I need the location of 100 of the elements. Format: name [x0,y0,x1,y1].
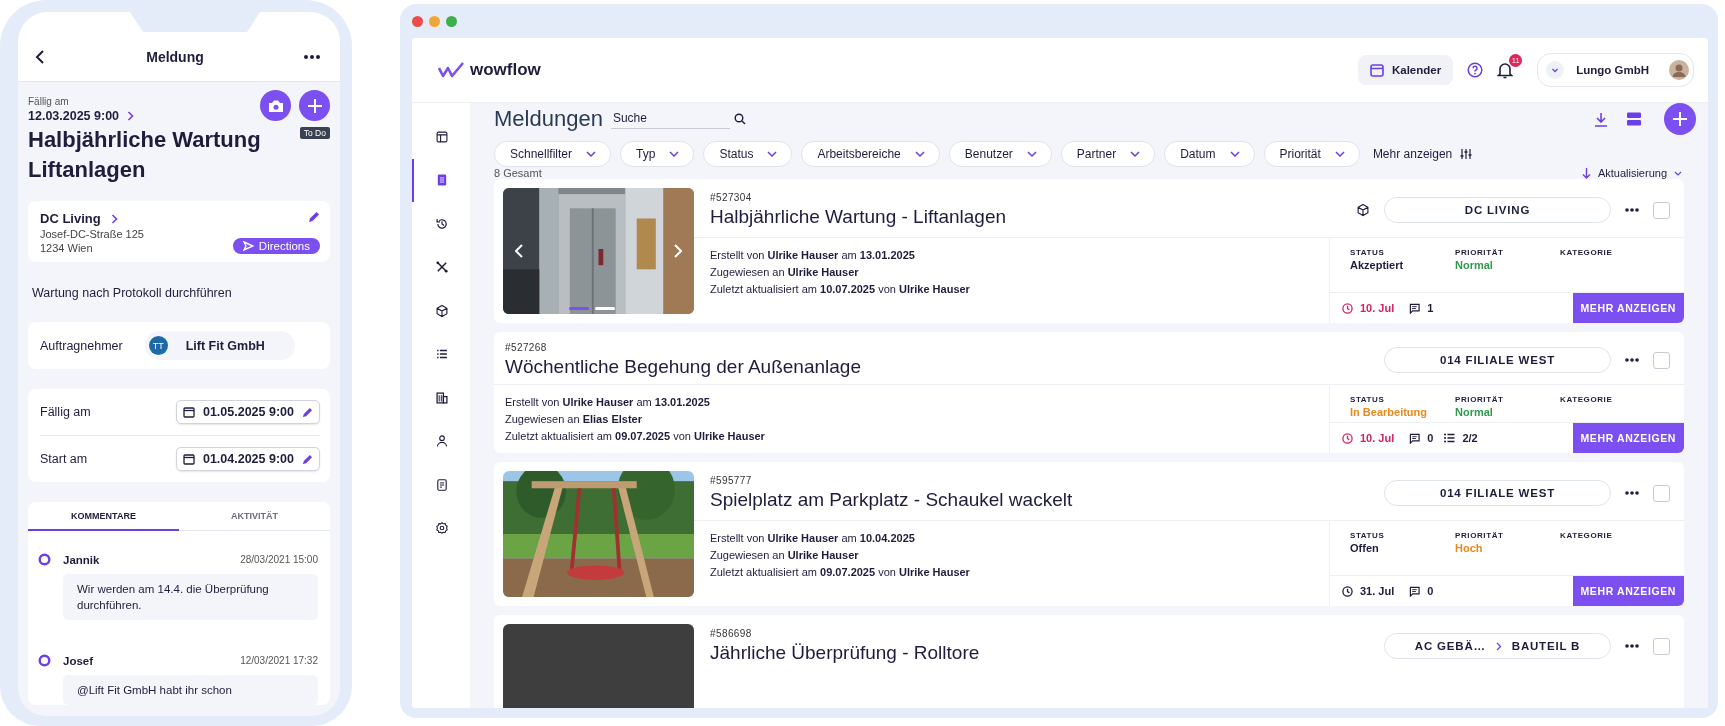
task-card[interactable] [494,179,1684,323]
task-info: Erstellt von Ulrike Hauser am 13.01.2025 [710,248,916,262]
total-count: 8 Gesamt [494,167,542,179]
screen-title: Meldung [146,48,204,65]
more-icon[interactable] [1625,644,1639,648]
show-more-button[interactable]: MEHR ANZEIGEN [1572,576,1684,606]
date-label: Fällig am [40,405,91,419]
select-checkbox[interactable] [1653,201,1670,219]
more-icon[interactable] [1625,358,1639,362]
more-filters-button[interactable]: Mehr anzeigen [1368,147,1477,161]
status-badge: To Do [299,127,330,139]
filter-dropdown[interactable]: Partner [1060,141,1156,167]
camera-button[interactable] [260,90,291,121]
chevron-down-icon [1546,61,1565,79]
select-checkbox[interactable] [1653,484,1670,502]
edit-icon [302,453,313,465]
filter-dropdown[interactable]: Datum [1164,141,1255,167]
edit-icon [302,406,313,418]
timeline-dot-icon [38,654,51,667]
note-icon[interactable] [435,477,449,492]
task-title: Halbjährliche Wartung Liftanlagen [28,126,262,184]
layout-icon[interactable] [435,129,449,144]
date-field[interactable]: 01.04.2025 9:00 [175,447,320,471]
back-icon[interactable] [34,48,46,65]
show-more-button[interactable]: MEHR ANZEIGEN [1572,423,1684,453]
carousel-indicator[interactable] [569,307,615,310]
task-title[interactable]: Halbjährliche Wartung - Liftanlagen [710,206,1007,228]
location-name[interactable]: DC Living [40,211,101,226]
task-title[interactable]: Wöchentliche Begehung der Außenanlage [505,356,861,378]
chevron-right-icon[interactable] [110,213,118,224]
help-icon[interactable] [1467,62,1484,78]
tab[interactable]: AKTIVITÄT [179,502,330,531]
settings-icon[interactable] [435,521,449,536]
task-title[interactable]: Spielplatz am Parkplatz - Schaukel wackelt [710,489,1073,511]
arrow-down-icon [1581,167,1591,179]
tools-icon[interactable] [435,260,449,275]
comment-count: 0 [1427,432,1434,444]
add-button[interactable] [1664,103,1696,135]
task-description: Wartung nach Protokoll durchführen [32,286,233,300]
chevron-left-icon[interactable] [515,244,523,258]
field-value: Normal [1455,406,1494,418]
document-icon[interactable] [435,173,449,188]
more-icon[interactable] [304,53,320,60]
calendar-button[interactable]: Kalender [1357,55,1454,85]
search-icon [733,113,746,125]
calendar-icon [182,406,195,418]
account-switcher[interactable]: Lungo GmbH [1537,53,1694,87]
chevron-down-icon [767,151,778,157]
filter-dropdown[interactable]: Priorität [1263,141,1360,167]
sort-dropdown[interactable]: Aktualisierung [1581,167,1682,179]
date-field[interactable]: 01.05.2025 9:00 [175,400,320,424]
chevron-right-icon [1495,641,1502,651]
chevron-right-icon[interactable] [127,111,135,121]
contractor-chip[interactable]: TT Lift Fit GmbH [144,331,295,360]
chevron-down-icon [1130,151,1141,157]
show-more-button[interactable]: MEHR ANZEIGEN [1572,293,1684,323]
calendar-icon [182,453,195,465]
filter-dropdown[interactable]: Arbeitsbereiche [801,141,940,167]
task-title[interactable]: Jährliche Überprüfung - Rolltore [710,642,980,664]
comment-icon [1409,432,1421,444]
plus-icon [1672,111,1688,127]
select-checkbox[interactable] [1653,351,1670,369]
search-field[interactable]: Suche [610,109,730,129]
page-title: Meldungen [494,106,603,132]
task-card[interactable] [494,332,1684,453]
cube-icon[interactable] [435,303,449,318]
field-label: KATEGORIE [1560,531,1614,540]
download-icon[interactable] [1594,111,1608,127]
more-icon[interactable] [1625,491,1639,495]
filter-dropdown[interactable]: Benutzer [948,141,1052,167]
chevron-down-icon [1334,151,1345,157]
tab[interactable]: KOMMENTARE [28,502,179,531]
directions-button[interactable]: Directions [232,238,320,254]
history-icon[interactable] [435,216,449,231]
building-icon[interactable] [435,390,449,405]
more-icon[interactable] [1625,208,1639,212]
select-checkbox[interactable] [1653,637,1670,655]
task-info: Zuletzt aktualisiert am 10.07.2025 von Ulrike Hauser [710,282,971,296]
task-card[interactable] [494,462,1684,606]
comment-author: Jannik [63,553,101,566]
app-logo[interactable]: wowflow [470,60,541,80]
field-label: STATUS [1350,395,1386,404]
filter-dropdown[interactable]: Typ [620,141,695,167]
chevron-down-icon [586,151,597,157]
view-toggle-icon[interactable] [1626,111,1642,127]
task-card[interactable]: #586698 Jährliche Überprüfung - Rolltore AC GEBÄ… BAUTEIL B [494,615,1684,708]
close-button[interactable] [412,15,423,27]
filter-dropdown[interactable]: Schnellfilter [494,141,612,167]
task-info: Zuletzt aktualisiert am 09.07.2025 von Ulrike Hauser [710,565,971,579]
add-button[interactable] [299,90,330,121]
due-date[interactable]: 12.03.2025 9:00 [28,109,120,123]
chevron-down-icon [1026,151,1037,157]
edit-icon[interactable] [308,211,320,223]
filter-dropdown[interactable]: Status [703,141,793,167]
due-date: 10. Jul [1360,432,1395,444]
user-icon[interactable] [435,434,449,449]
comment-time: 28/03/2021 15:00 [240,554,318,565]
camera-icon [267,98,284,113]
notification-bell-icon[interactable] [1497,61,1514,79]
task-number: #527268 [505,342,548,353]
